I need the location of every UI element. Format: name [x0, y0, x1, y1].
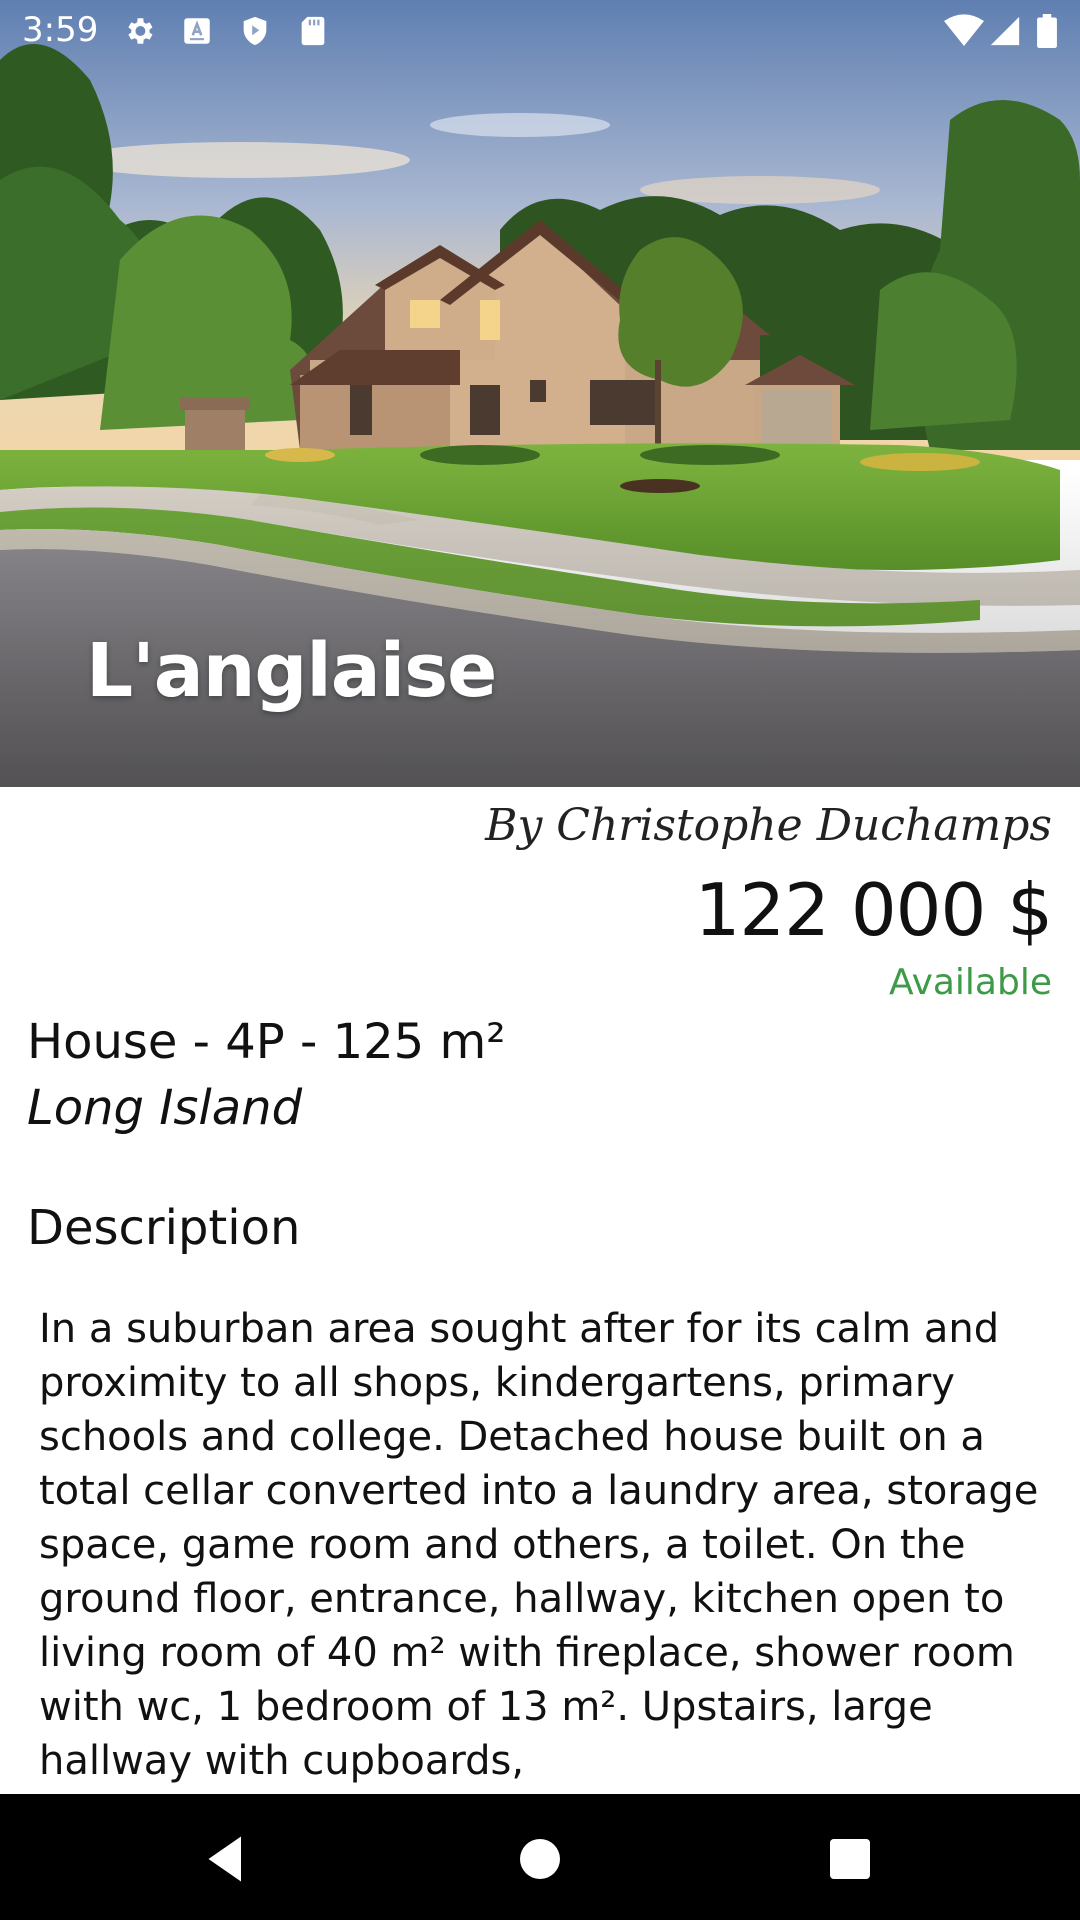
- recents-icon[interactable]: [820, 1829, 880, 1889]
- wifi-icon: [944, 14, 984, 48]
- description-text: In a suburban area sought after for its …: [39, 1306, 1039, 1784]
- listing-detail-screen: L'anglaise 3:59 By Christophe Duchamps 1…: [0, 0, 1080, 1920]
- sd-card-icon: [296, 14, 330, 48]
- navigation-bar: [0, 1794, 1080, 1920]
- status-time: 3:59: [22, 10, 99, 50]
- battery-icon: [1036, 14, 1058, 48]
- property-location: Long Island: [27, 1080, 303, 1136]
- property-summary: House - 4P - 125 m²: [27, 1014, 506, 1070]
- author-name: By Christophe Duchamps: [485, 800, 1052, 851]
- play-protect-icon: [238, 14, 272, 48]
- listing-title: L'anglaise: [86, 628, 497, 714]
- availability-status: Available: [889, 962, 1052, 1003]
- back-icon[interactable]: [196, 1829, 256, 1889]
- status-bar: 3:59: [0, 0, 1080, 63]
- description-heading: Description: [27, 1200, 301, 1256]
- keyboard-icon: [180, 14, 214, 48]
- listing-price: 122 000 $: [694, 868, 1053, 952]
- hero-image: L'anglaise: [0, 0, 1080, 787]
- cell-signal-icon: [988, 14, 1022, 48]
- home-icon[interactable]: [510, 1829, 570, 1889]
- gear-icon: [122, 14, 156, 48]
